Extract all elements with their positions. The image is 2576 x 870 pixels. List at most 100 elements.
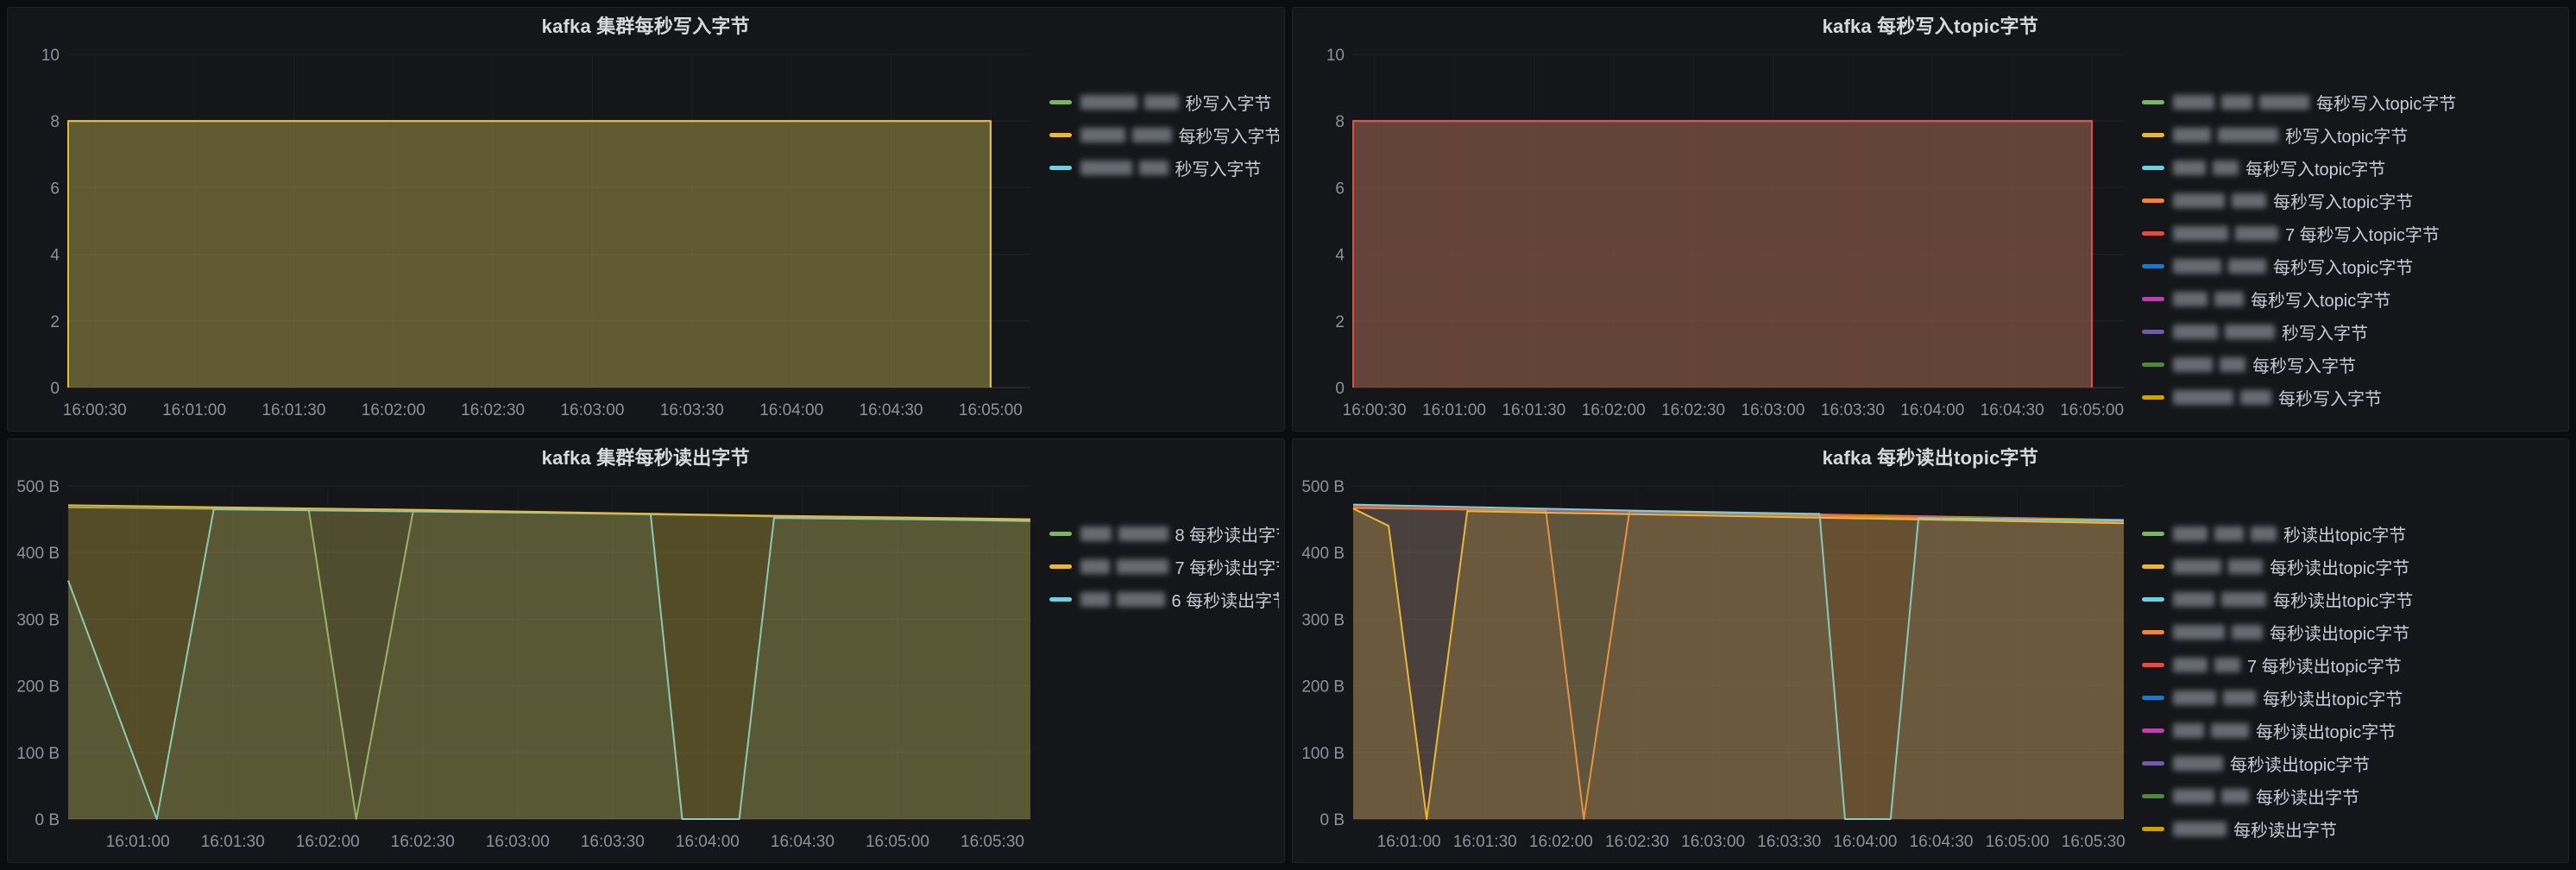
legend-color-dash — [2142, 165, 2164, 170]
legend-item[interactable]: 秒写入字节 — [2142, 315, 2563, 348]
legend-label: 7 每秒读出topic字节 — [2247, 657, 2402, 677]
legend-label: 每秒读出字节 — [2256, 788, 2359, 808]
legend-item[interactable]: 秒读出topic字节 — [2142, 517, 2563, 550]
chart-area[interactable]: 0 2 4 6 8 10 16:00:30 16:01:00 16:01:30 16:02:00 1… — [1298, 42, 2143, 427]
legend-color-dash — [1049, 132, 1072, 137]
redacted-series-name — [2173, 225, 2228, 241]
chart-area[interactable]: 0 2 4 6 8 10 16:00:30 16:01:00 16:01:30 16:02:00 1… — [13, 42, 1049, 427]
redacted-series-name — [2235, 225, 2278, 241]
legend-item[interactable]: 7 每秒写入topic字节 — [2142, 217, 2563, 249]
legend-color-dash — [2142, 760, 2164, 766]
legend-item[interactable]: 秒写入topic字节 — [2142, 118, 2563, 151]
legend-item[interactable]: 每秒写入topic字节 — [2142, 85, 2563, 118]
panel-title[interactable]: kafka 集群每秒写入字节 — [8, 8, 1284, 42]
redacted-series-name — [2220, 356, 2245, 372]
redacted-series-name — [2173, 558, 2221, 574]
legend-item[interactable]: 每秒读出topic字节 — [2142, 681, 2563, 714]
y-axis-tick-label: 6 — [1335, 180, 1345, 198]
x-axis-tick-label: 16:02:00 — [362, 401, 425, 419]
legend-label: 7 每秒读出字节 — [1175, 558, 1279, 578]
legend-item[interactable]: 6 每秒读出字节 — [1049, 583, 1279, 615]
series-area-fill — [1352, 121, 2092, 388]
legend-label: 秒写入字节 — [2282, 324, 2368, 344]
legend-item[interactable]: 每秒读出字节 — [2142, 779, 2563, 812]
redacted-series-name — [2173, 389, 2233, 405]
legend-item[interactable]: 每秒写入字节 — [2142, 348, 2563, 381]
x-axis-tick-label: 16:01:30 — [1452, 833, 1516, 851]
redacted-series-name — [1080, 526, 1112, 541]
x-axis-tick-label: 16:04:30 — [771, 833, 835, 851]
redacted-series-name — [2173, 160, 2206, 175]
panel-title-text: kafka 集群每秒读出字节 — [541, 447, 750, 469]
y-axis-tick-label: 8 — [1335, 113, 1345, 131]
panel-body: 0 B 100 B 200 B 300 B 400 B 500 B 16:01:00 16:0… — [1293, 474, 2569, 862]
legend-color-dash — [2142, 132, 2164, 137]
panel-title-text: kafka 集群每秒写入字节 — [541, 16, 750, 37]
panel-kafka-cluster-read-bytes: kafka 集群每秒读出字节 0 B 100 B 200 B 300 B 400 B 50… — [7, 438, 1285, 863]
x-axis-tick-label: 16:04:30 — [1909, 833, 1973, 851]
legend-item[interactable]: 7 每秒读出字节 — [1049, 550, 1279, 583]
redacted-series-name — [1080, 94, 1137, 110]
legend-item[interactable]: 每秒读出topic字节 — [2142, 615, 2563, 648]
panel-title[interactable]: kafka 每秒读出topic字节 — [1293, 439, 2569, 474]
legend-item[interactable]: 每秒读出topic字节 — [2142, 747, 2563, 779]
legend-label: 每秒写入topic字节 — [2245, 160, 2386, 180]
legend-item[interactable]: 每秒写入字节 — [1049, 118, 1279, 151]
x-axis-tick-label: 16:01:00 — [1376, 833, 1440, 851]
redacted-series-name — [2173, 624, 2225, 640]
panel-body: 0 2 4 6 8 10 16:00:30 16:01:00 16:01:30 16:02:00 1… — [8, 42, 1284, 431]
legend-item[interactable]: 7 每秒读出topic字节 — [2142, 648, 2563, 681]
x-axis-tick-label: 16:03:30 — [660, 401, 724, 419]
x-axis-tick-label: 16:05:00 — [959, 401, 1023, 419]
x-axis-tick-label: 16:04:00 — [1900, 401, 1964, 419]
legend: 8 每秒读出字节 7 每秒读出字节 6 每秒读出字节 — [1049, 474, 1279, 859]
x-axis-tick-label: 16:01:00 — [106, 833, 170, 851]
redacted-series-name — [2173, 690, 2216, 705]
legend-item[interactable]: 秒写入字节 — [1049, 151, 1279, 184]
legend-color-dash — [2142, 596, 2164, 602]
y-axis-tick-label: 300 B — [1301, 611, 1345, 629]
legend-item[interactable]: 每秒读出字节 — [2142, 812, 2563, 845]
x-axis-tick-label: 16:03:30 — [581, 833, 645, 851]
redacted-series-name — [1080, 160, 1132, 175]
redacted-series-name — [2173, 324, 2218, 339]
x-axis-tick-label: 16:02:00 — [1528, 833, 1592, 851]
panel-kafka-topic-read-bytes: kafka 每秒读出topic字节 0 B 100 B 200 B 300 B 400 … — [1291, 438, 2569, 863]
legend-item[interactable]: 每秒读出topic字节 — [2142, 714, 2563, 747]
redacted-series-name — [2173, 755, 2223, 771]
legend-item[interactable]: 每秒写入topic字节 — [2142, 249, 2563, 282]
series-area-fill — [1352, 508, 2124, 819]
redacted-series-name — [2173, 356, 2213, 372]
y-axis-tick-label: 500 B — [1301, 478, 1345, 496]
legend-item[interactable]: 每秒写入字节 — [2142, 381, 2563, 413]
legend-item[interactable]: 每秒写入topic字节 — [2142, 151, 2563, 184]
redacted-series-name — [2214, 526, 2244, 541]
redacted-series-name — [2232, 624, 2263, 640]
y-axis-tick-label: 10 — [1326, 47, 1344, 65]
legend-item[interactable]: 每秒写入topic字节 — [2142, 184, 2563, 217]
legend-color-dash — [1049, 99, 1072, 104]
chart-area[interactable]: 0 B 100 B 200 B 300 B 400 B 500 B 16:01:00 16:0… — [13, 474, 1049, 859]
panel-title[interactable]: kafka 每秒写入topic字节 — [1293, 8, 2569, 42]
legend-label: 每秒写入topic字节 — [2316, 94, 2457, 114]
legend-item[interactable]: 每秒读出topic字节 — [2142, 583, 2563, 615]
legend-color-dash — [2142, 296, 2164, 301]
redacted-series-name — [1080, 591, 1110, 607]
panel-title[interactable]: kafka 集群每秒读出字节 — [8, 439, 1284, 474]
legend-label: 每秒写入topic字节 — [2273, 192, 2414, 212]
y-axis-tick-label: 300 B — [16, 611, 60, 629]
panel-title-text: kafka 每秒写入topic字节 — [1822, 16, 2038, 37]
chart-area[interactable]: 0 B 100 B 200 B 300 B 400 B 500 B 16:01:00 16:0… — [1298, 474, 2143, 859]
y-axis-tick-label: 400 B — [16, 545, 60, 563]
redacted-series-name — [2173, 192, 2225, 208]
x-axis-tick-label: 16:03:00 — [1681, 833, 1745, 851]
redacted-series-name — [2221, 591, 2266, 607]
panel-kafka-cluster-write-bytes: kafka 集群每秒写入字节 0 2 4 6 8 10 16:00:30 16:01:00 16… — [7, 7, 1285, 432]
legend-label: 每秒写入topic字节 — [2273, 258, 2414, 278]
legend-item[interactable]: 8 每秒读出字节 — [1049, 517, 1279, 550]
redacted-series-name — [2223, 690, 2256, 705]
legend-item[interactable]: 每秒写入topic字节 — [2142, 282, 2563, 315]
legend-item[interactable]: 秒写入字节 — [1049, 85, 1279, 118]
y-axis-tick-label: 2 — [1335, 313, 1345, 331]
legend-item[interactable]: 每秒读出topic字节 — [2142, 550, 2563, 583]
